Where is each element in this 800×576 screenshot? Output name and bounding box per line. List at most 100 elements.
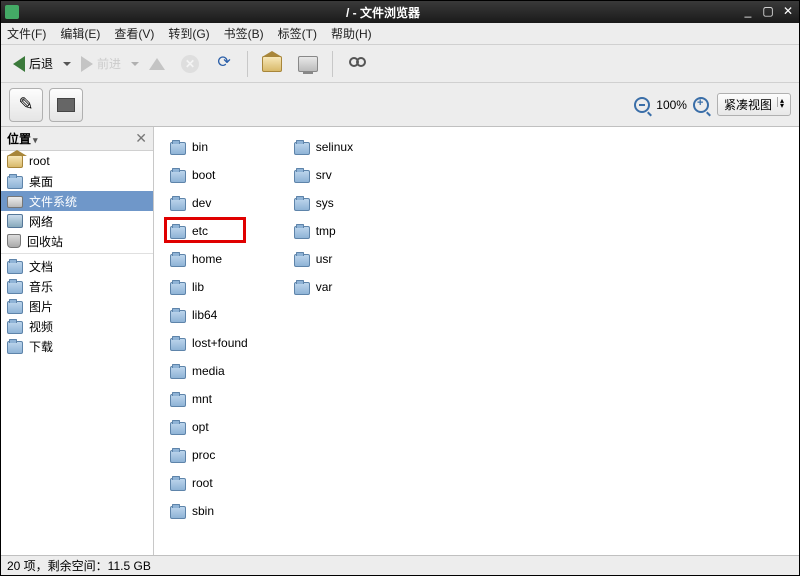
folder-item-var[interactable]: var xyxy=(292,277,355,297)
zoom-out-button[interactable] xyxy=(634,97,650,113)
sidebar-item-网络[interactable]: 网络 xyxy=(1,211,153,231)
network-icon xyxy=(7,214,23,228)
folder-item-root[interactable]: root xyxy=(168,473,250,493)
refresh-button[interactable]: ⟳ xyxy=(209,52,239,76)
up-button[interactable] xyxy=(143,55,171,73)
folder-item-lib[interactable]: lib xyxy=(168,277,250,297)
sidebar-header: 位置▾ ✕ xyxy=(1,127,153,151)
forward-button[interactable]: 前进 xyxy=(75,52,127,75)
menu-tabs[interactable]: 标签(T) xyxy=(278,25,317,42)
up-icon xyxy=(149,58,165,70)
folder-item-dev[interactable]: dev xyxy=(168,193,250,213)
folder-item-usr[interactable]: usr xyxy=(292,249,355,269)
folder-icon xyxy=(170,142,186,155)
back-menu-dropdown[interactable] xyxy=(63,62,71,66)
folder-item-etc[interactable]: etc xyxy=(168,221,250,241)
icon-view-button[interactable] xyxy=(49,88,83,122)
binoculars-icon xyxy=(347,56,367,72)
location-bar: ✎ 100% 紧凑视图 ▴▾ xyxy=(1,83,799,127)
back-label: 后退 xyxy=(29,55,53,72)
folder-item-selinux[interactable]: selinux xyxy=(292,137,355,157)
toolbar: 后退 前进 ✕ ⟳ xyxy=(1,45,799,83)
zoom-level: 100% xyxy=(656,98,687,112)
sidebar-title[interactable]: 位置▾ xyxy=(7,130,135,147)
minimize-button[interactable]: _ xyxy=(741,5,755,19)
folder-icon xyxy=(7,281,23,294)
folder-icon xyxy=(170,226,186,239)
sidebar-item-label: 回收站 xyxy=(27,233,63,250)
menu-edit[interactable]: 编辑(E) xyxy=(60,25,100,42)
sidebar-bookmark-下载[interactable]: 下载 xyxy=(1,336,153,356)
folder-item-mnt[interactable]: mnt xyxy=(168,389,250,409)
folder-view[interactable]: bin boot dev etc home lib lib64 lost+found media… xyxy=(154,127,799,555)
folder-item-opt[interactable]: opt xyxy=(168,417,250,437)
folder-icon xyxy=(294,142,310,155)
folder-name: lost+found xyxy=(192,336,248,350)
menu-go[interactable]: 转到(G) xyxy=(168,25,209,42)
sidebar-bookmark-文档[interactable]: 文档 xyxy=(1,256,153,276)
forward-menu-dropdown[interactable] xyxy=(131,62,139,66)
maximize-button[interactable]: ▢ xyxy=(761,5,775,19)
folder-icon xyxy=(170,506,186,519)
sidebar-item-回收站[interactable]: 回收站 xyxy=(1,231,153,251)
menu-bookmarks[interactable]: 书签(B) xyxy=(224,25,264,42)
folder-item-boot[interactable]: boot xyxy=(168,165,250,185)
status-text: 20 项，剩余空间：11.5 GB xyxy=(7,557,151,574)
home-button[interactable] xyxy=(256,53,288,75)
stop-icon: ✕ xyxy=(181,55,199,73)
back-button[interactable]: 后退 xyxy=(7,52,59,75)
close-button[interactable]: ✕ xyxy=(781,5,795,19)
sidebar-item-label: 文件系统 xyxy=(29,193,77,210)
folder-item-media[interactable]: media xyxy=(168,361,250,381)
folder-name: root xyxy=(192,476,213,490)
sidebar-close-button[interactable]: ✕ xyxy=(135,130,147,147)
computer-button[interactable] xyxy=(292,53,324,75)
search-button[interactable] xyxy=(341,53,373,75)
sidebar-item-桌面[interactable]: 桌面 xyxy=(1,171,153,191)
folder-name: mnt xyxy=(192,392,212,406)
folder-item-home[interactable]: home xyxy=(168,249,250,269)
edit-path-button[interactable]: ✎ xyxy=(9,88,43,122)
folder-icon xyxy=(170,394,186,407)
iconview-icon xyxy=(57,98,75,112)
menu-help[interactable]: 帮助(H) xyxy=(331,25,372,42)
sidebar-bookmark-视频[interactable]: 视频 xyxy=(1,316,153,336)
sidebar-item-label: 音乐 xyxy=(29,278,53,295)
folder-icon xyxy=(170,170,186,183)
sidebar-bookmark-音乐[interactable]: 音乐 xyxy=(1,276,153,296)
folder-item-sbin[interactable]: sbin xyxy=(168,501,250,521)
window-buttons: _ ▢ ✕ xyxy=(741,5,795,19)
sidebar-item-label: root xyxy=(29,154,50,168)
separator xyxy=(332,51,333,77)
folder-item-lib64[interactable]: lib64 xyxy=(168,305,250,325)
folder-icon xyxy=(170,282,186,295)
folder-name: media xyxy=(192,364,225,378)
zoom-in-button[interactable] xyxy=(693,97,709,113)
folder-icon xyxy=(7,321,23,334)
folder-item-sys[interactable]: sys xyxy=(292,193,355,213)
folder-icon xyxy=(294,282,310,295)
view-mode-select[interactable]: 紧凑视图 ▴▾ xyxy=(717,93,791,116)
sidebar-item-label: 视频 xyxy=(29,318,53,335)
folder-icon xyxy=(170,366,186,379)
sidebar-item-root[interactable]: root xyxy=(1,151,153,171)
folder-icon xyxy=(7,176,23,189)
sidebar-item-label: 图片 xyxy=(29,298,53,315)
folder-name: srv xyxy=(316,168,332,182)
sidebar-item-label: 网络 xyxy=(29,213,53,230)
sidebar-bookmark-图片[interactable]: 图片 xyxy=(1,296,153,316)
stop-button[interactable]: ✕ xyxy=(175,52,205,76)
folder-item-proc[interactable]: proc xyxy=(168,445,250,465)
menu-file[interactable]: 文件(F) xyxy=(7,25,46,42)
folder-item-lost+found[interactable]: lost+found xyxy=(168,333,250,353)
folder-icon xyxy=(170,310,186,323)
menu-view[interactable]: 查看(V) xyxy=(114,25,154,42)
folder-item-bin[interactable]: bin xyxy=(168,137,250,157)
folder-icon xyxy=(170,450,186,463)
sidebar-item-文件系统[interactable]: 文件系统 xyxy=(1,191,153,211)
menubar: 文件(F) 编辑(E) 查看(V) 转到(G) 书签(B) 标签(T) 帮助(H… xyxy=(1,23,799,45)
folder-item-srv[interactable]: srv xyxy=(292,165,355,185)
statusbar: 20 项，剩余空间：11.5 GB xyxy=(1,555,799,575)
folder-item-tmp[interactable]: tmp xyxy=(292,221,355,241)
folder-icon xyxy=(170,338,186,351)
